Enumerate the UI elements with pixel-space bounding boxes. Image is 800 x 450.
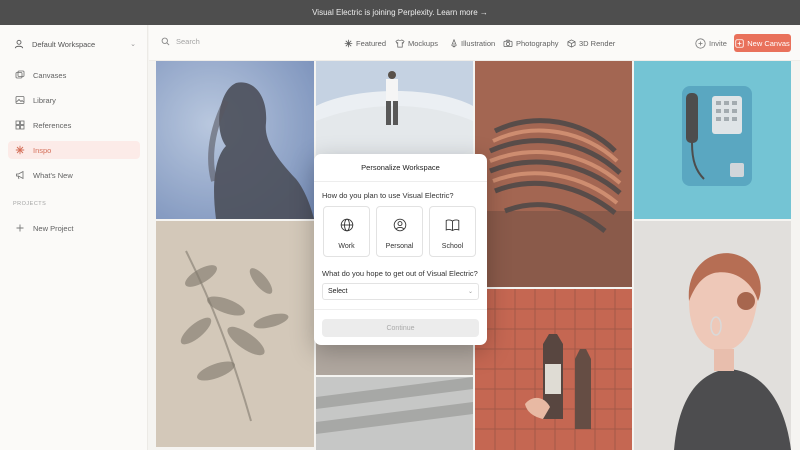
globe-icon	[324, 218, 369, 232]
chevron-down-icon: ⌄	[467, 289, 473, 295]
goal-select-value: Select	[328, 288, 348, 295]
option-label: School	[441, 243, 464, 250]
continue-button[interactable]: Continue	[322, 319, 479, 337]
modal-title: Personalize Workspace	[314, 154, 487, 182]
option-label: Personal	[385, 243, 414, 250]
personalize-workspace-modal: Personalize Workspace How do you plan to…	[314, 154, 487, 345]
modal-divider	[314, 309, 487, 310]
option-work[interactable]: Work	[323, 206, 370, 257]
goal-select[interactable]: Select ⌄	[322, 283, 479, 300]
user-circle-icon	[377, 218, 422, 232]
option-school[interactable]: School	[429, 206, 476, 257]
usage-question: How do you plan to use Visual Electric?	[322, 191, 454, 200]
goal-question: What do you hope to get out of Visual El…	[322, 269, 478, 278]
option-personal[interactable]: Personal	[376, 206, 423, 257]
book-icon	[430, 218, 475, 232]
option-label: Work	[338, 243, 355, 250]
